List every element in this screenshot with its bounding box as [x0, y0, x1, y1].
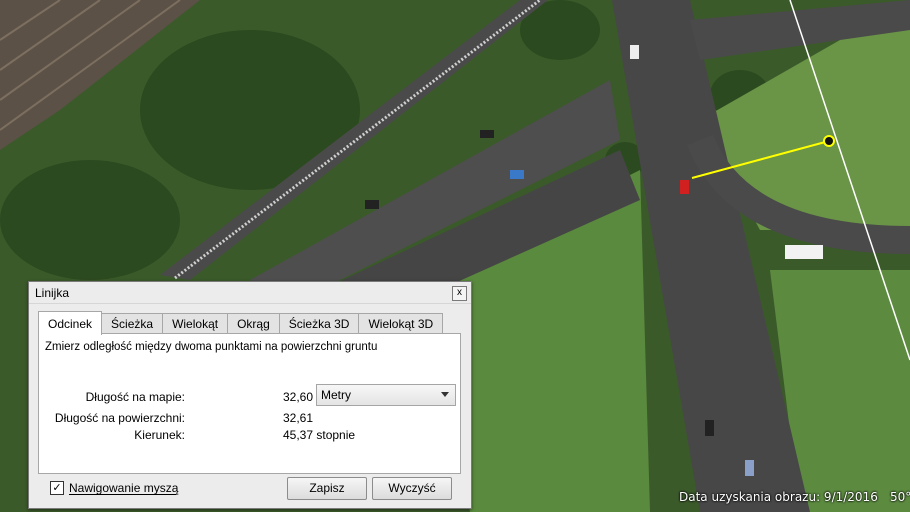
chevron-down-icon [441, 392, 449, 397]
measure-endpoint[interactable] [823, 135, 835, 147]
tab-bar: Odcinek Ścieżka Wielokąt Okrąg Ścieżka 3… [38, 311, 444, 335]
tab-polygon-3d[interactable]: Wielokąt 3D [358, 313, 444, 334]
ground-length-value: 32,61 [283, 411, 314, 425]
close-button[interactable]: x [452, 286, 467, 301]
mouse-navigation-toggle[interactable]: ✓ Nawigowanie myszą [50, 481, 178, 495]
heading-value: 45,37 stopnie [283, 428, 356, 442]
ground-length-label: Długość na powierzchni: [54, 411, 185, 425]
dialog-title: Linijka [35, 286, 70, 300]
mouse-navigation-label: Nawigowanie myszą [69, 481, 179, 495]
tab-circle[interactable]: Okrąg [227, 313, 280, 334]
coordinates-readout: 50° [890, 490, 910, 504]
clear-button[interactable]: Wyczyść [372, 477, 452, 500]
unit-select[interactable]: Metry [316, 384, 456, 406]
acquisition-date: Data uzyskania obrazu: 9/1/2016 [679, 490, 878, 504]
heading-label: Kierunek: [134, 428, 185, 442]
save-button[interactable]: Zapisz [287, 477, 367, 500]
map-length-label: Długość na mapie: [85, 390, 185, 404]
tab-path-3d[interactable]: Ścieżka 3D [278, 313, 360, 334]
dialog-titlebar[interactable]: Linijka x [29, 282, 471, 304]
tab-line[interactable]: Odcinek [38, 311, 103, 335]
tab-panel: Zmierz odległość między dwoma punktami n… [38, 333, 461, 474]
map-length-value: 32,60 [283, 390, 314, 404]
panel-description: Zmierz odległość między dwoma punktami n… [45, 341, 378, 353]
tab-path[interactable]: Ścieżka [101, 313, 164, 334]
mouse-navigation-checkbox[interactable]: ✓ [50, 481, 64, 495]
tab-polygon[interactable]: Wielokąt [162, 313, 229, 334]
ruler-dialog: Linijka x Odcinek Ścieżka Wielokąt Okrąg… [28, 281, 472, 509]
unit-select-value: Metry [321, 388, 351, 402]
